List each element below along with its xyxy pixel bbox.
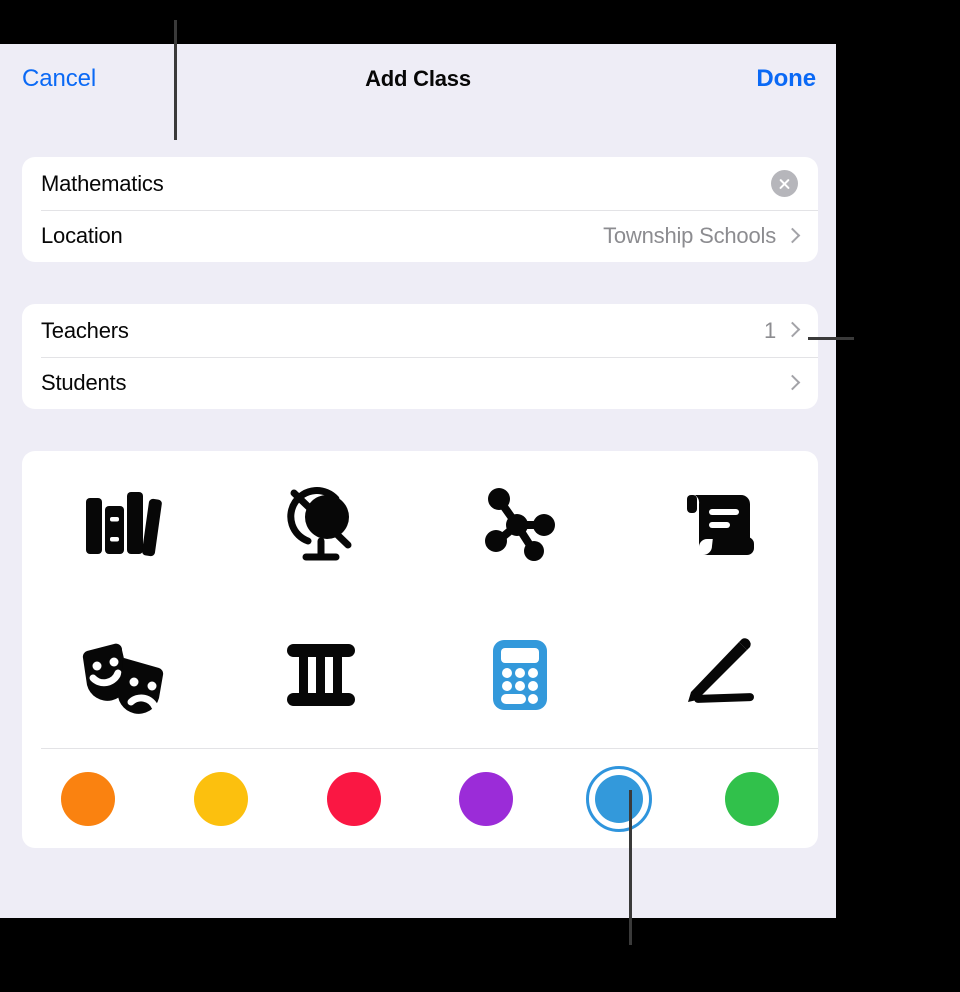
teachers-label: Teachers [41,317,129,343]
callout-line-color [629,790,632,945]
color-fill-crimson [326,771,381,826]
class-icon-grid [22,451,818,748]
callout-line-students [808,337,854,340]
icon-option-theater-masks[interactable] [22,600,221,749]
class-details-card: Mathematics Location Township Schools [22,157,818,262]
color-swatch-purple[interactable] [453,766,519,832]
color-swatch-crimson[interactable] [321,766,387,832]
icon-option-pencil-angle[interactable] [619,600,818,749]
students-row-chevron [787,374,798,393]
icon-option-globe[interactable] [221,451,420,600]
navigation-bar: Cancel Add Class Done [0,44,836,112]
icon-option-calculator[interactable] [420,600,619,749]
icon-option-books[interactable] [22,451,221,600]
color-fill-purple [459,771,514,826]
icon-option-column[interactable] [221,600,420,749]
color-swatch-green[interactable] [719,766,785,832]
students-label: Students [41,370,127,395]
chevron-right-icon [787,321,798,340]
class-name-input[interactable]: Mathematics [41,171,164,197]
class-people-card: Teachers 1 Students [22,304,818,409]
chevron-right-icon [787,227,798,246]
color-fill-blue [594,774,643,823]
teachers-count: 1 [763,317,776,343]
add-class-modal: Cancel Add Class Done Mathematics Locati… [0,44,836,918]
location-label: Location [41,223,123,248]
done-button[interactable]: Done [756,65,816,93]
icon-option-scroll[interactable] [619,451,818,600]
page-title: Add Class [365,66,471,91]
class-color-row [22,749,818,848]
icon-option-molecule[interactable] [420,451,619,600]
color-swatch-blue[interactable] [585,765,652,832]
clear-circle-icon[interactable] [771,170,798,197]
color-swatch-orange[interactable] [55,766,121,832]
color-fill-yellow [193,771,248,826]
location-value: Township Schools [603,223,776,248]
color-swatch-yellow[interactable] [188,766,254,832]
callout-line-class-name [174,20,177,140]
class-name-row[interactable]: Mathematics [22,157,818,210]
students-row[interactable]: Students [22,357,818,409]
teachers-row[interactable]: Teachers 1 [22,304,818,357]
color-fill-orange [61,771,116,826]
color-fill-green [724,771,779,826]
location-row[interactable]: Location Township Schools [22,210,818,262]
class-appearance-card [22,451,818,848]
